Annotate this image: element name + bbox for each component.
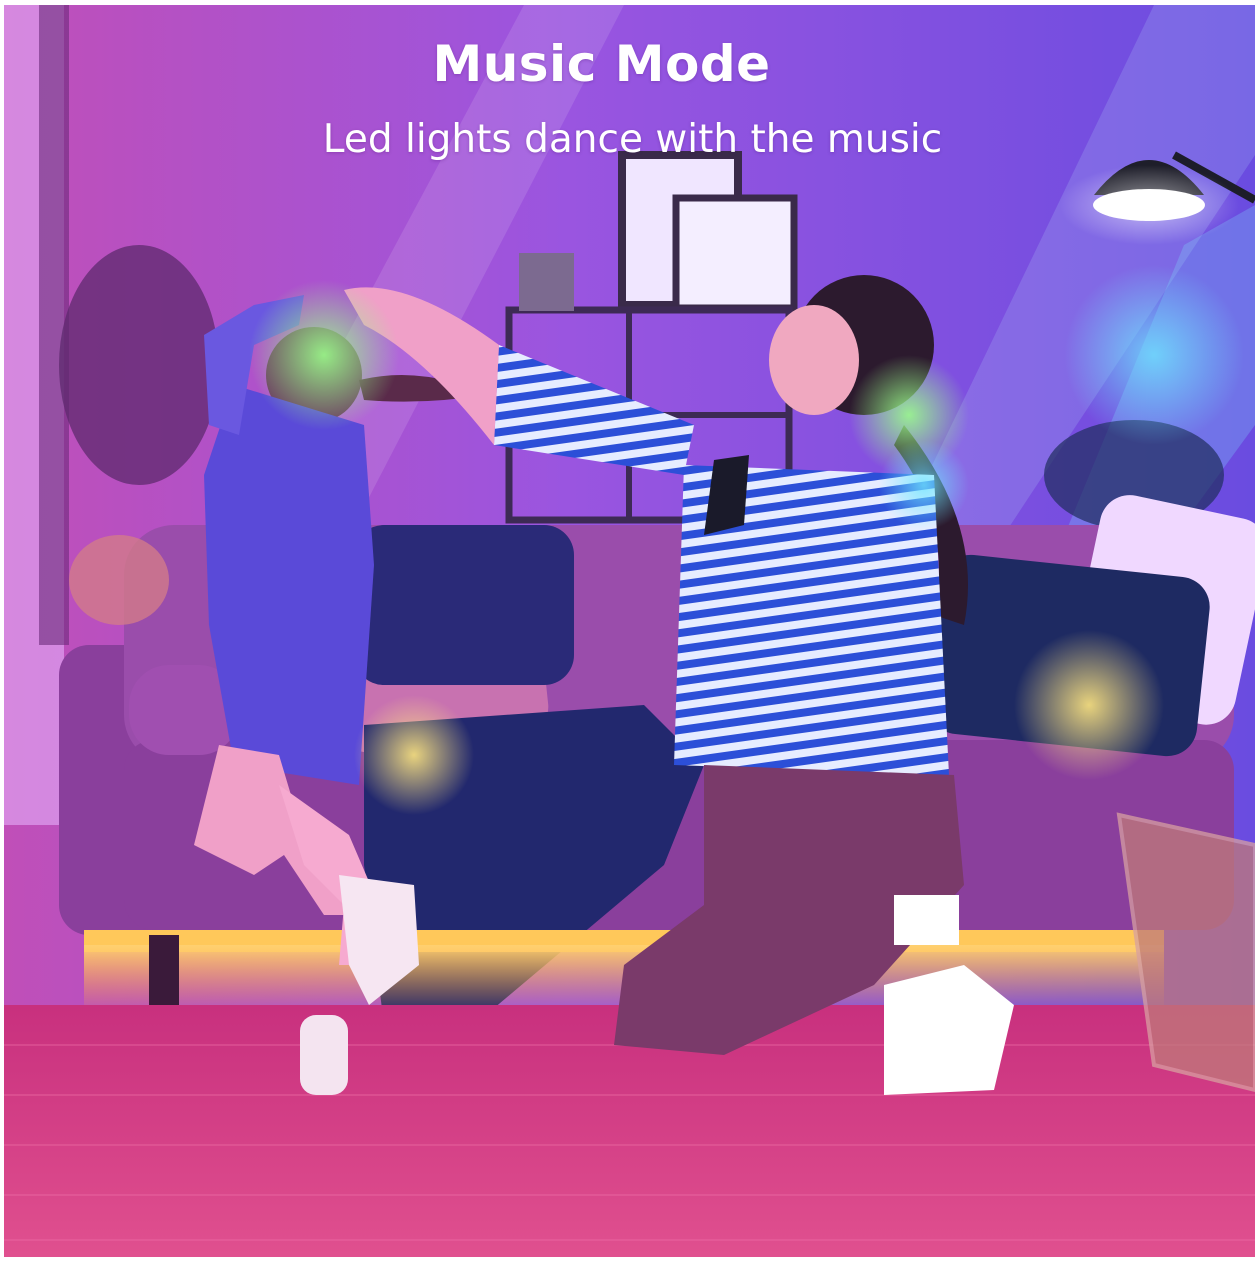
scene-illustration: [4, 5, 1255, 1257]
product-photo: Music Mode Led lights dance with the mus…: [4, 5, 1255, 1257]
banner-title: Music Mode: [432, 35, 771, 93]
banner-subtitle: Led lights dance with the music: [322, 117, 943, 162]
